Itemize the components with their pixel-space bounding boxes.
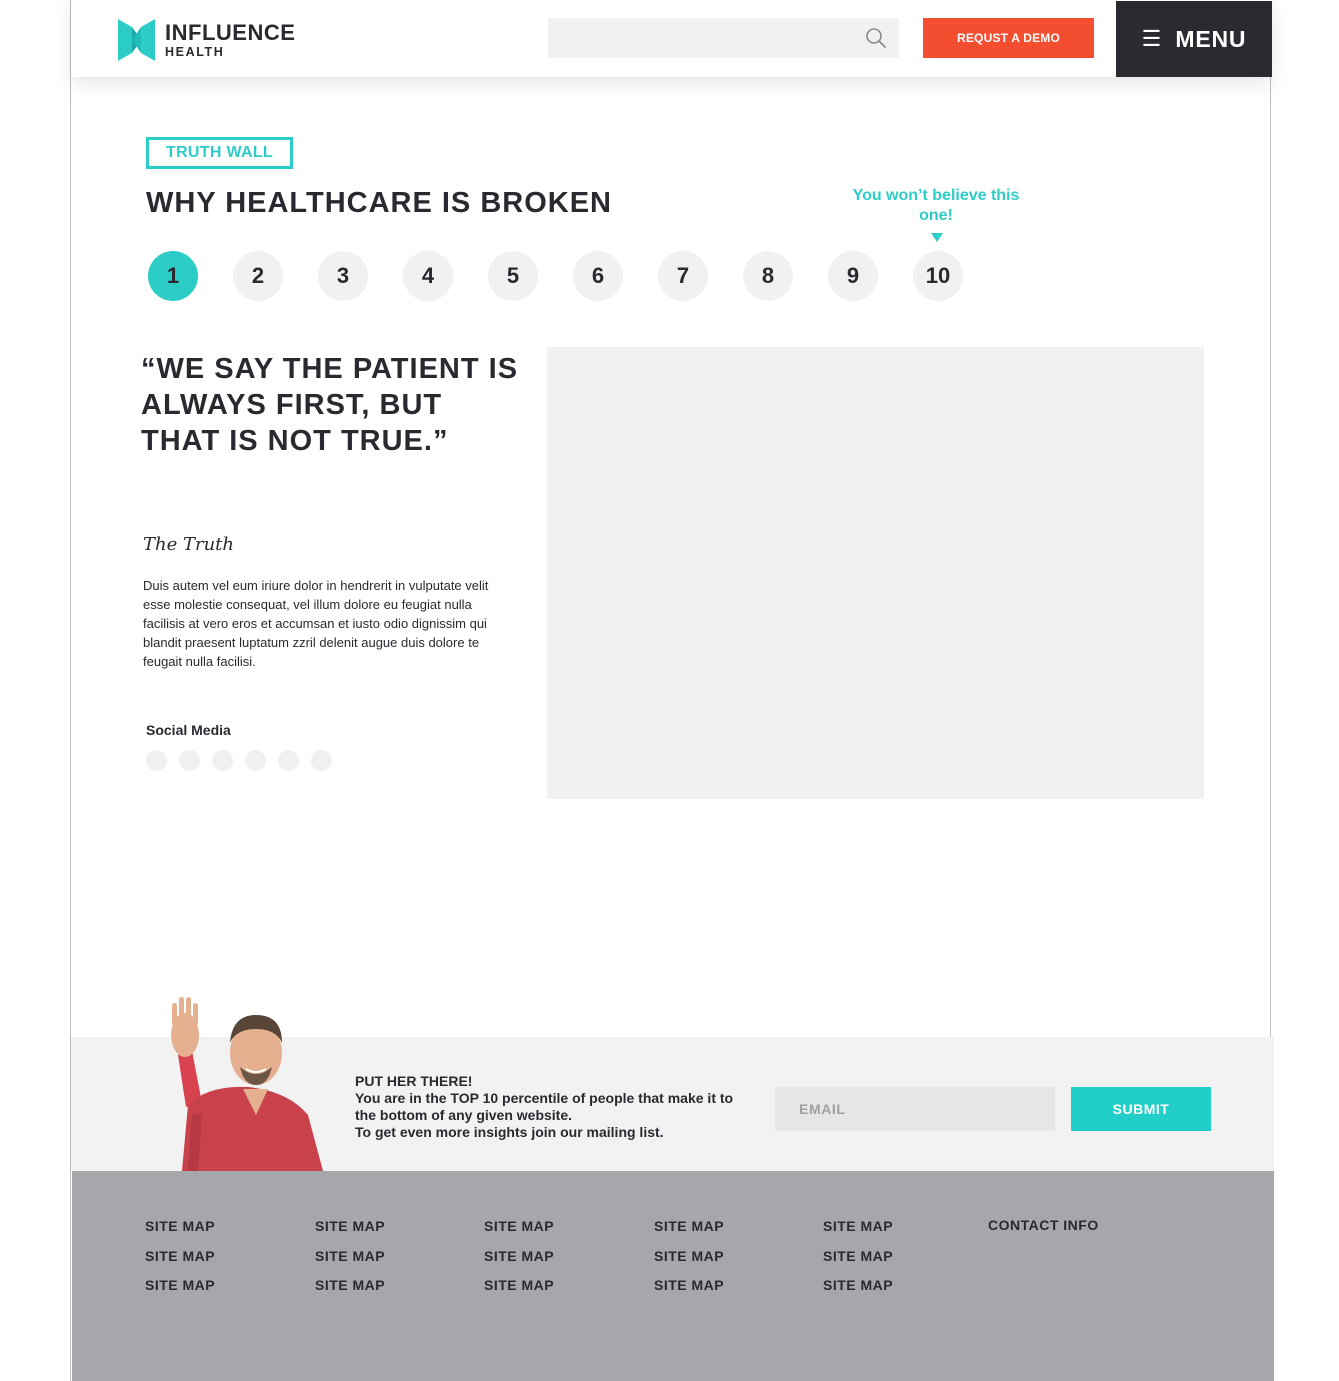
truth-label: The Truth <box>143 534 235 555</box>
truth-quote: “WE SAY THE PATIENT IS ALWAYS FIRST, BUT… <box>141 353 519 457</box>
step-4-button[interactable]: 4 <box>403 251 453 301</box>
search-input[interactable] <box>548 18 899 58</box>
truth-wall-tag: TRUTH WALL <box>146 137 293 169</box>
footer-link-site-map[interactable]: SITE MAP <box>823 1277 893 1307</box>
search-icon[interactable] <box>865 27 887 49</box>
step-5-button[interactable]: 5 <box>488 251 538 301</box>
email-field[interactable] <box>775 1087 1055 1131</box>
step-1-button[interactable]: 1 <box>148 251 198 301</box>
step-navigation: 1 2 3 4 5 6 7 8 9 10 <box>148 251 998 301</box>
footer-link-site-map[interactable]: SITE MAP <box>484 1248 554 1278</box>
media-placeholder <box>547 347 1204 799</box>
footer-link-site-map[interactable]: SITE MAP <box>315 1218 385 1248</box>
submit-button[interactable]: SUBMIT <box>1071 1087 1211 1131</box>
callout-text: You won’t believe this one! <box>852 187 1020 224</box>
footer-link-site-map[interactable]: SITE MAP <box>823 1218 893 1248</box>
site-logo[interactable]: INFLUENCE HEALTH <box>118 18 298 62</box>
hamburger-icon: ☰ <box>1141 26 1162 51</box>
social-icon[interactable] <box>212 750 233 771</box>
truth-body-text: Duis autem vel eum iriure dolor in hendr… <box>143 578 489 669</box>
newsletter-line-2: To get even more insights join our maili… <box>355 1124 664 1140</box>
step-9-button[interactable]: 9 <box>828 251 878 301</box>
callout-arrow-icon <box>931 233 943 242</box>
step-6-button[interactable]: 6 <box>573 251 623 301</box>
step-8-button[interactable]: 8 <box>743 251 793 301</box>
social-icon[interactable] <box>245 750 266 771</box>
site-header: INFLUENCE HEALTH REQUST A DEMO ☰ MENU <box>71 0 1272 77</box>
footer-column-5: SITE MAP SITE MAP SITE MAP <box>823 1218 893 1307</box>
footer-link-site-map[interactable]: SITE MAP <box>654 1218 724 1248</box>
step-7-button[interactable]: 7 <box>658 251 708 301</box>
site-footer: SITE MAP SITE MAP SITE MAP SITE MAP SITE… <box>72 1171 1274 1381</box>
step-2-button[interactable]: 2 <box>233 251 283 301</box>
social-icon[interactable] <box>278 750 299 771</box>
search-bar <box>548 18 899 58</box>
logo-line-2: HEALTH <box>165 44 225 59</box>
logo-line-1: INFLUENCE <box>165 19 296 45</box>
waving-man-image <box>171 997 323 1171</box>
footer-link-site-map[interactable]: SITE MAP <box>823 1248 893 1278</box>
footer-link-site-map[interactable]: SITE MAP <box>315 1277 385 1307</box>
footer-contact-info[interactable]: CONTACT INFO <box>988 1217 1099 1233</box>
social-icons <box>146 750 344 771</box>
newsletter-heading: PUT HER THERE! <box>355 1073 473 1089</box>
footer-column-2: SITE MAP SITE MAP SITE MAP <box>315 1218 385 1307</box>
social-media-label: Social Media <box>146 722 231 738</box>
menu-label: MENU <box>1175 25 1247 52</box>
social-icon[interactable] <box>179 750 200 771</box>
newsletter-line-1: You are in the TOP 10 percentile of peop… <box>355 1090 734 1123</box>
email-field-wrapper <box>775 1087 1055 1131</box>
footer-link-site-map[interactable]: SITE MAP <box>654 1277 724 1307</box>
footer-column-1: SITE MAP SITE MAP SITE MAP <box>145 1218 215 1307</box>
social-icon[interactable] <box>146 750 167 771</box>
footer-column-3: SITE MAP SITE MAP SITE MAP <box>484 1218 554 1307</box>
footer-link-site-map[interactable]: SITE MAP <box>654 1248 724 1278</box>
newsletter-text: PUT HER THERE! You are in the TOP 10 per… <box>355 1073 745 1141</box>
step-3-button[interactable]: 3 <box>318 251 368 301</box>
page-title: WHY HEALTHCARE IS BROKEN <box>146 187 612 219</box>
footer-link-site-map[interactable]: SITE MAP <box>484 1277 554 1307</box>
footer-column-4: SITE MAP SITE MAP SITE MAP <box>654 1218 724 1307</box>
request-demo-button[interactable]: REQUST A DEMO <box>923 18 1094 58</box>
footer-link-site-map[interactable]: SITE MAP <box>315 1248 385 1278</box>
footer-link-site-map[interactable]: SITE MAP <box>145 1218 215 1248</box>
step-10-button[interactable]: 10 <box>913 251 963 301</box>
influence-health-logo-icon <box>118 19 155 61</box>
footer-link-site-map[interactable]: SITE MAP <box>145 1277 215 1307</box>
footer-link-site-map[interactable]: SITE MAP <box>145 1248 215 1278</box>
logo-wordmark: INFLUENCE HEALTH <box>165 19 296 59</box>
social-icon[interactable] <box>311 750 332 771</box>
footer-link-site-map[interactable]: SITE MAP <box>484 1218 554 1248</box>
menu-button[interactable]: ☰ MENU <box>1116 1 1272 77</box>
